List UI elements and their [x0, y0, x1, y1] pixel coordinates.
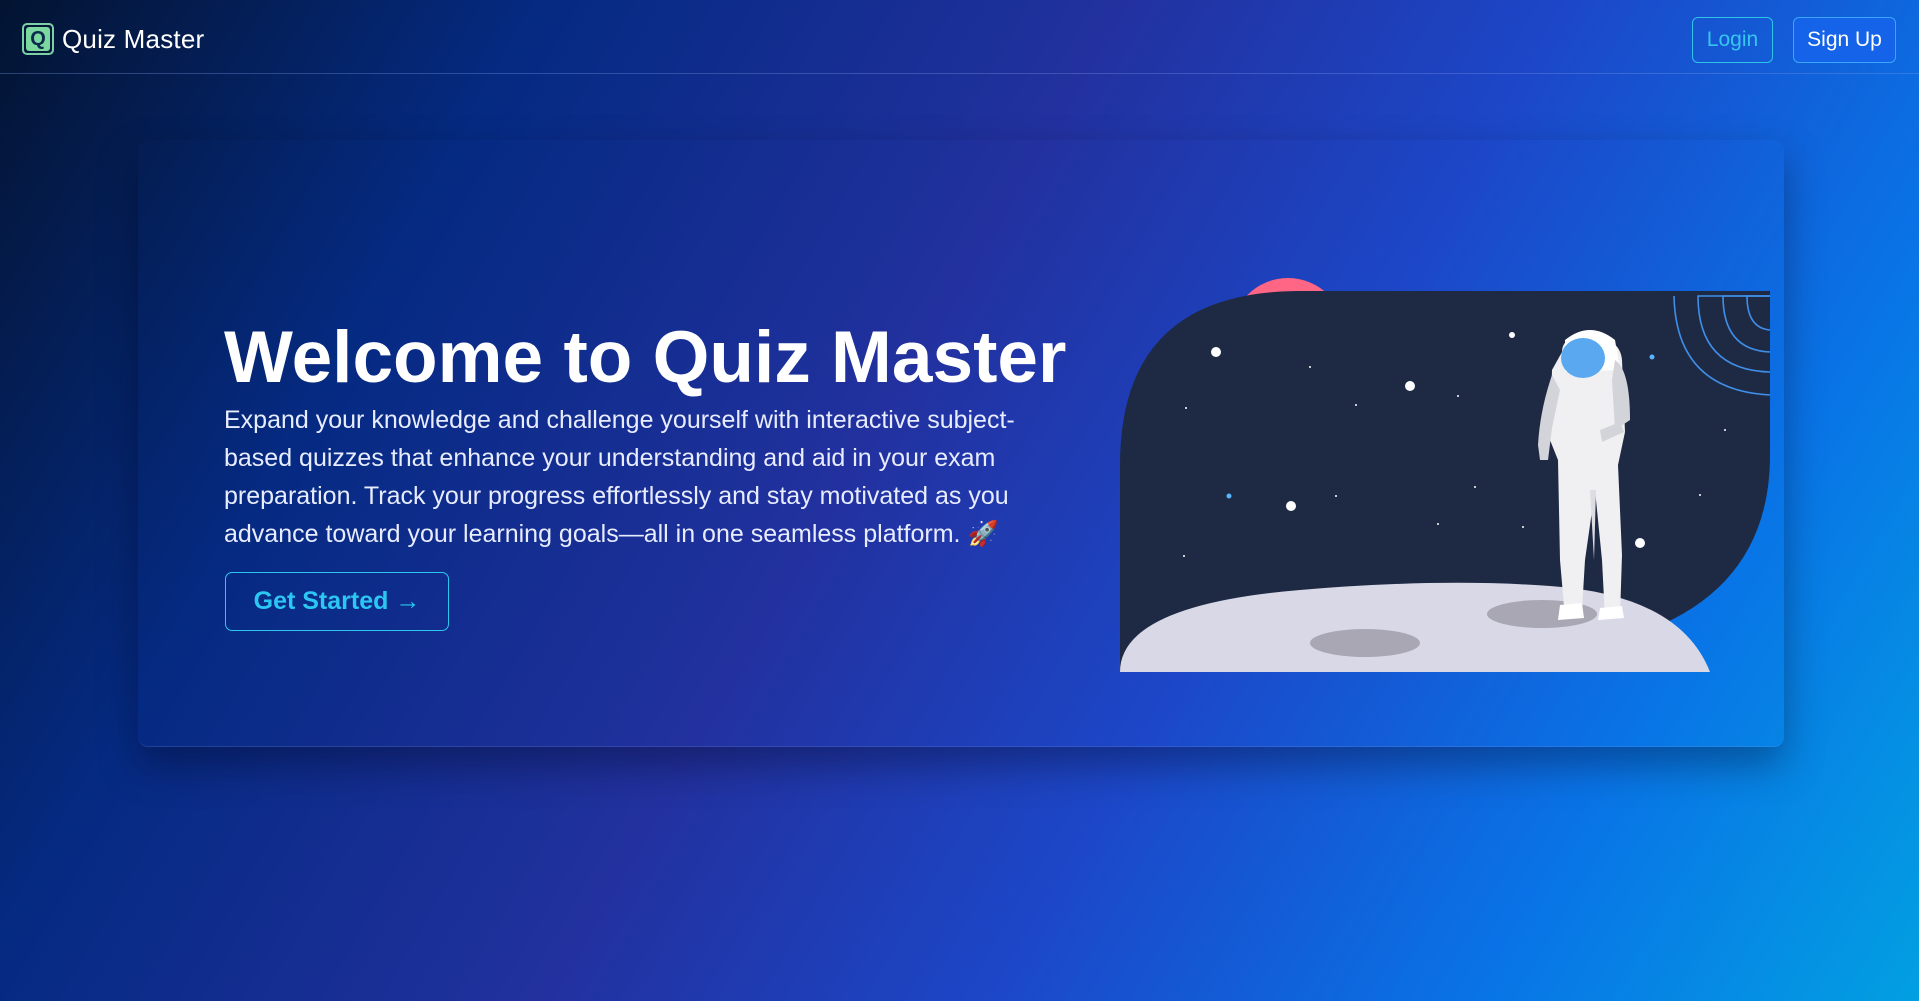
- login-button[interactable]: Login: [1692, 17, 1773, 63]
- astronaut-moon-illustration: [1120, 278, 1770, 672]
- brand-letter: Q: [26, 27, 50, 51]
- signup-button[interactable]: Sign Up: [1793, 17, 1896, 63]
- quiz-logo-icon: Q: [22, 23, 54, 55]
- crater-1: [1310, 629, 1420, 657]
- get-started-button[interactable]: Get Started →: [225, 572, 449, 631]
- brand[interactable]: Q Quiz Master: [22, 23, 204, 55]
- brand-name: Quiz Master: [62, 23, 205, 54]
- hero-description: Expand your knowledge and challenge your…: [224, 406, 1015, 548]
- hero-title: Welcome to Quiz Master: [224, 317, 1067, 398]
- navbar: Q Quiz Master Login Sign Up: [0, 0, 1919, 74]
- blue-star-icon: [1226, 493, 1232, 499]
- blue-star-icon-2: [1649, 354, 1655, 360]
